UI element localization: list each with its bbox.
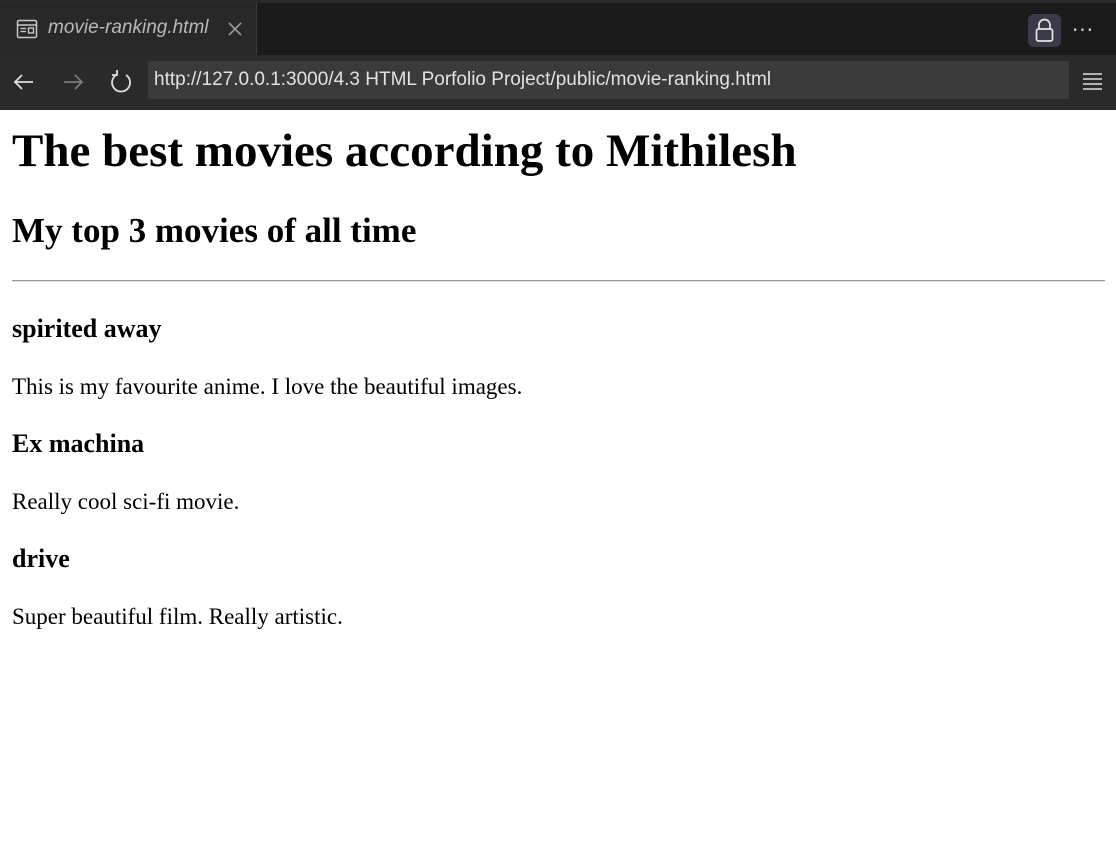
- address-bar[interactable]: http://127.0.0.1:3000/4.3 HTML Porfolio …: [148, 61, 1069, 99]
- page-title: The best movies according to Mithilesh: [12, 125, 797, 177]
- movie-title: drive: [12, 544, 70, 573]
- movie-title: Ex machina: [12, 429, 145, 458]
- page-icon: [16, 18, 38, 40]
- more-options-button[interactable]: ···: [1068, 15, 1098, 45]
- tab-movie-ranking[interactable]: movie-ranking.html: [0, 3, 257, 55]
- lock-icon[interactable]: [1028, 14, 1061, 47]
- close-icon[interactable]: [226, 20, 244, 38]
- back-arrow-icon[interactable]: [11, 69, 37, 95]
- url-text: http://127.0.0.1:3000/4.3 HTML Porfolio …: [154, 69, 772, 90]
- movie-title: spirited away: [12, 314, 162, 343]
- horizontal-rule: [12, 280, 1105, 282]
- forward-arrow-icon[interactable]: [60, 69, 86, 95]
- reload-icon[interactable]: [108, 69, 134, 95]
- movie-description: Super beautiful film. Really artistic.: [12, 604, 343, 629]
- page-subtitle: My top 3 movies of all time: [12, 211, 417, 250]
- tab-bar: movie-ranking.html ···: [0, 0, 1116, 55]
- hamburger-menu-icon[interactable]: [1081, 69, 1105, 93]
- navigation-bar: http://127.0.0.1:3000/4.3 HTML Porfolio …: [0, 55, 1116, 110]
- movie-description: This is my favourite anime. I love the b…: [12, 374, 523, 399]
- movie-description: Really cool sci-fi movie.: [12, 489, 240, 514]
- tab-title: movie-ranking.html: [48, 17, 209, 38]
